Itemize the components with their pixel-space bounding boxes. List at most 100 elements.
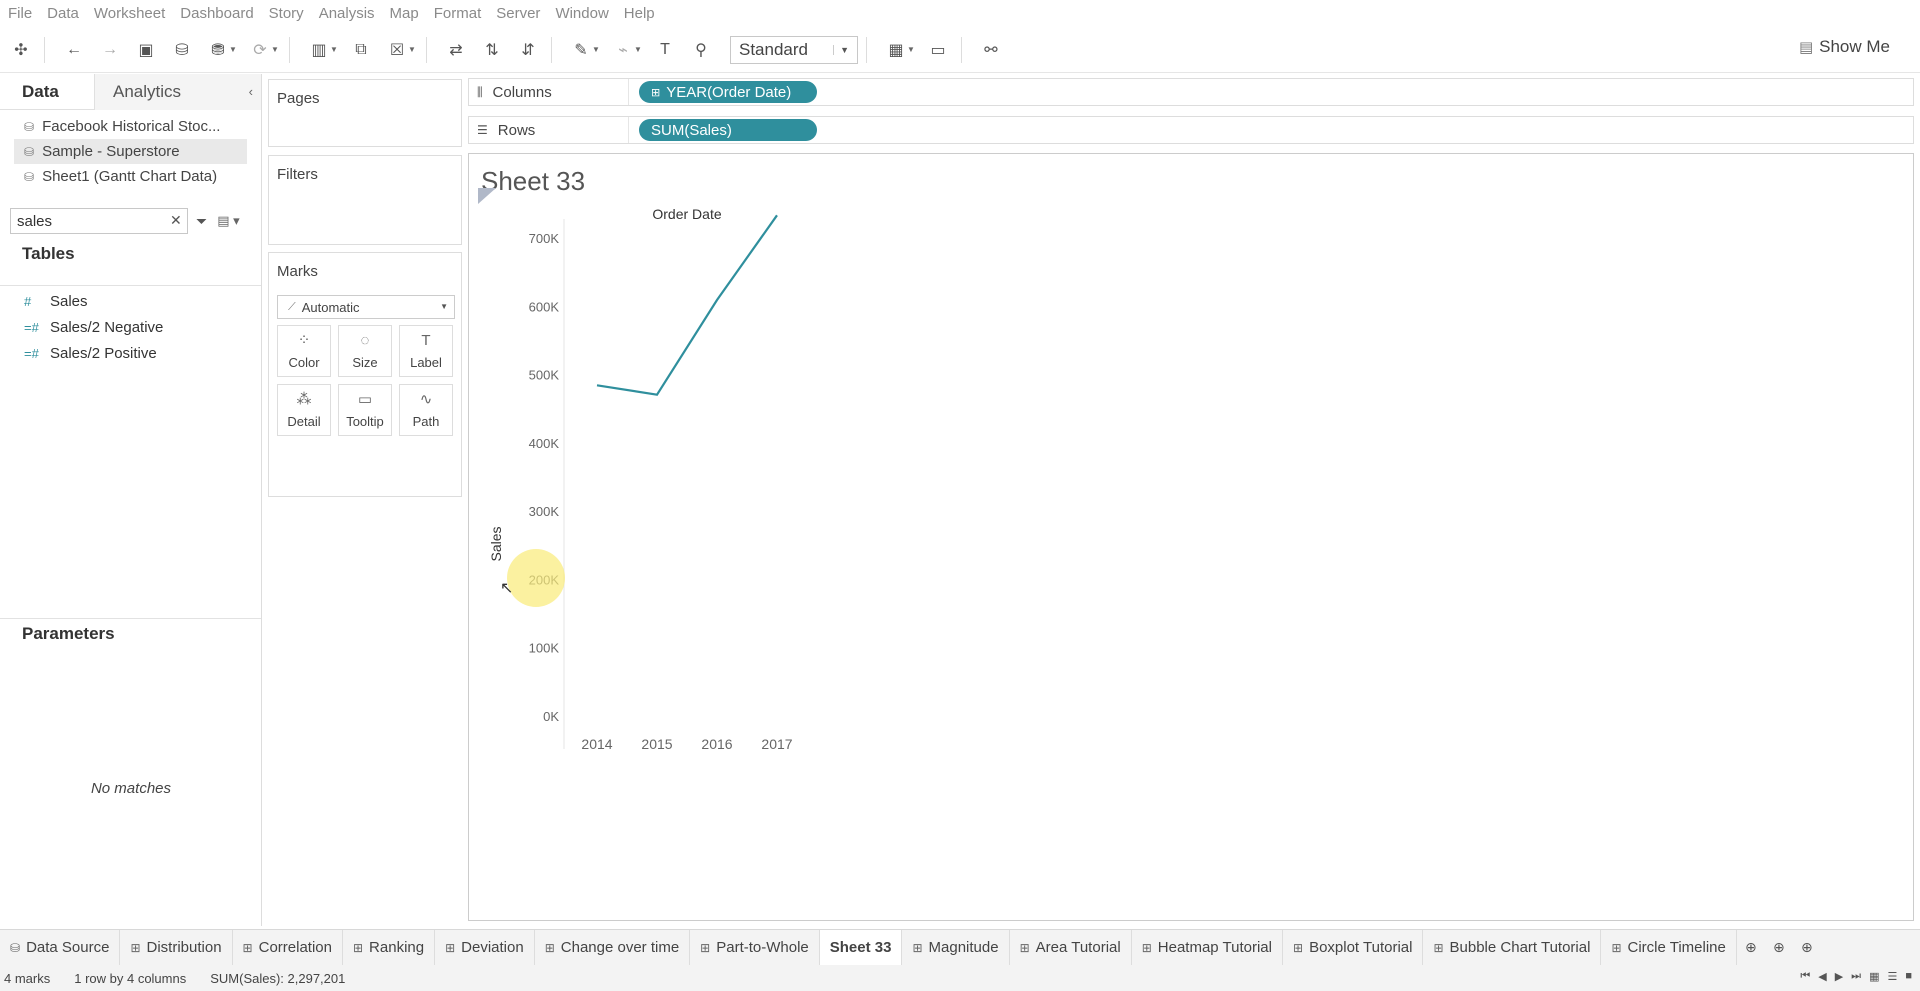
- fit-dropdown[interactable]: Standard ▼: [730, 35, 858, 64]
- first-page-icon[interactable]: ⏮: [1800, 970, 1810, 983]
- refresh-dropdown-icon[interactable]: ▼: [271, 45, 281, 54]
- menu-window[interactable]: Window: [555, 5, 608, 22]
- presentation-mode-icon[interactable]: ▭: [923, 35, 953, 65]
- field-item[interactable]: =# Sales/2 Negative: [0, 314, 261, 340]
- menu-data[interactable]: Data: [47, 5, 79, 22]
- new-dashboard-icon[interactable]: ⊕: [1765, 939, 1793, 956]
- filters-card[interactable]: Filters: [268, 155, 462, 245]
- save-icon[interactable]: ▣: [131, 35, 161, 65]
- show-cards-dropdown-icon[interactable]: ▼: [907, 45, 917, 54]
- menu-format[interactable]: Format: [434, 5, 482, 22]
- data-source-item[interactable]: ⛁ Sheet1 (Gantt Chart Data): [0, 164, 261, 189]
- sheet-tab[interactable]: ⊞ Correlation: [233, 929, 343, 966]
- sort-descending-icon[interactable]: ⇵: [513, 35, 543, 65]
- label-button[interactable]: T Label: [399, 325, 453, 377]
- share-icon[interactable]: ⚯: [976, 35, 1006, 65]
- group-dropdown-icon[interactable]: ▼: [634, 45, 644, 54]
- new-worksheet-icon[interactable]: ⊕: [1737, 939, 1765, 956]
- sheet-tab[interactable]: ⊞ Part-to-Whole: [690, 929, 820, 966]
- sheet-tab[interactable]: ⊞ Area Tutorial: [1010, 929, 1132, 966]
- new-data-source-icon[interactable]: ⛁: [167, 35, 197, 65]
- swap-rows-columns-icon[interactable]: ⇄: [441, 35, 471, 65]
- filmstrip-view-icon[interactable]: ■: [1905, 970, 1912, 983]
- sheet-tab[interactable]: ⊞ Ranking: [343, 929, 436, 966]
- last-page-icon[interactable]: ⏭: [1851, 970, 1861, 983]
- undo-icon[interactable]: ←: [59, 35, 89, 65]
- menu-help[interactable]: Help: [624, 5, 655, 22]
- highlight-dropdown-icon[interactable]: ▼: [592, 45, 602, 54]
- show-me-icon: ▤: [1798, 39, 1814, 56]
- detail-button[interactable]: ⁂ Detail: [277, 384, 331, 436]
- path-button[interactable]: ∿ Path: [399, 384, 453, 436]
- sort-ascending-icon[interactable]: ⇅: [477, 35, 507, 65]
- collapse-pane-icon[interactable]: ‹: [249, 84, 253, 99]
- show-me-button[interactable]: ▤ Show Me: [1799, 37, 1890, 57]
- pill-label: YEAR(Order Date): [666, 83, 792, 101]
- clear-icon[interactable]: ✕: [170, 212, 182, 229]
- redo-icon[interactable]: →: [95, 35, 125, 65]
- no-matches-text: No matches: [90, 780, 172, 797]
- data-source-item[interactable]: ⛁ Sample - Superstore: [14, 139, 247, 164]
- menu-story[interactable]: Story: [269, 5, 304, 22]
- worksheet-icon: ⊞: [700, 940, 711, 955]
- size-button[interactable]: ◌ Size: [338, 325, 392, 377]
- sheet-tab[interactable]: ⊞ Magnitude: [902, 929, 1010, 966]
- duplicate-sheet-icon[interactable]: ⧉: [346, 35, 376, 65]
- year-order-date-pill[interactable]: ⊞ YEAR(Order Date): [639, 81, 817, 103]
- sum-sales-pill[interactable]: SUM(Sales): [639, 119, 817, 141]
- field-search-input[interactable]: [10, 208, 188, 234]
- sheet-tab[interactable]: ⊞ Bubble Chart Tutorial: [1423, 929, 1602, 966]
- next-page-icon[interactable]: ▶: [1835, 970, 1843, 983]
- pause-updates-dropdown-icon[interactable]: ▼: [229, 45, 239, 54]
- rows-shelf[interactable]: ☰ Rows SUM(Sales): [468, 116, 1914, 144]
- sheet-tab[interactable]: ⛁ Data Source: [0, 929, 121, 966]
- tab-data[interactable]: Data: [0, 73, 95, 110]
- pages-card[interactable]: Pages: [268, 79, 462, 147]
- columns-label: Columns: [492, 83, 552, 101]
- status-sum: SUM(Sales): 2,297,201: [210, 970, 346, 986]
- mark-type-dropdown[interactable]: ⟋ Automatic ▼: [277, 295, 455, 319]
- color-button[interactable]: ⁘ Color: [277, 325, 331, 377]
- status-dims: 1 row by 4 columns: [74, 970, 187, 986]
- menu-server[interactable]: Server: [496, 5, 540, 22]
- tab-analytics[interactable]: Analytics: [95, 73, 261, 110]
- clear-sheet-dropdown-icon[interactable]: ▼: [408, 45, 418, 54]
- tableau-logo-icon[interactable]: ✣: [6, 35, 36, 65]
- view-options-icon[interactable]: ▤ ▾: [217, 213, 239, 229]
- sheet-tab[interactable]: ⊞ Distribution: [120, 929, 233, 966]
- field-item[interactable]: =# Sales/2 Positive: [0, 340, 261, 366]
- new-worksheet-dropdown-icon[interactable]: ▼: [330, 45, 340, 54]
- tooltip-button[interactable]: ▭ Tooltip: [338, 384, 392, 436]
- sheet-tab-label: Area Tutorial: [1035, 939, 1121, 956]
- sheet-tab[interactable]: Sheet 33: [819, 929, 903, 966]
- data-source-item[interactable]: ⛁ Facebook Historical Stoc...: [0, 114, 261, 139]
- sheet-tab[interactable]: ⊞ Heatmap Tutorial: [1132, 929, 1283, 966]
- sheet-tab[interactable]: ⊞ Circle Timeline: [1601, 929, 1737, 966]
- cursor-highlight: [507, 549, 565, 607]
- menu-file[interactable]: File: [8, 5, 32, 22]
- menu-dashboard[interactable]: Dashboard: [180, 5, 253, 22]
- fix-axes-icon[interactable]: ⚲: [686, 35, 716, 65]
- toolbar-divider: [289, 36, 290, 63]
- data-source-label: Sample - Superstore: [42, 143, 180, 160]
- new-story-icon[interactable]: ⊕: [1793, 939, 1821, 956]
- menu-worksheet[interactable]: Worksheet: [94, 5, 165, 22]
- marks-card: Marks ⟋ Automatic ▼ ⁘ Color ◌ Size T Lab…: [268, 252, 462, 497]
- rows-shelf-label: ☰ Rows: [469, 117, 629, 143]
- show-mark-labels-icon[interactable]: T: [650, 35, 680, 65]
- menu-analysis[interactable]: Analysis: [319, 5, 375, 22]
- columns-shelf[interactable]: ⫼ Columns ⊞ YEAR(Order Date): [468, 78, 1914, 106]
- filter-icon[interactable]: ⏷: [196, 213, 207, 230]
- database-icon: ⛁: [24, 119, 35, 134]
- sheet-tab[interactable]: ⊞ Deviation: [435, 929, 535, 966]
- field-label: Sales/2 Negative: [50, 318, 164, 336]
- list-view-icon[interactable]: ☰: [1887, 970, 1897, 983]
- sheet-tab[interactable]: ⊞ Boxplot Tutorial: [1283, 929, 1424, 966]
- database-icon: ⛁: [10, 940, 21, 955]
- menu-map[interactable]: Map: [390, 5, 419, 22]
- sheet-tab[interactable]: ⊞ Change over time: [535, 929, 691, 966]
- field-item[interactable]: # Sales: [0, 288, 261, 314]
- grid-view-icon[interactable]: ▦: [1869, 970, 1879, 983]
- x-tick-label: 2015: [641, 736, 672, 752]
- prev-page-icon[interactable]: ◀: [1818, 970, 1826, 983]
